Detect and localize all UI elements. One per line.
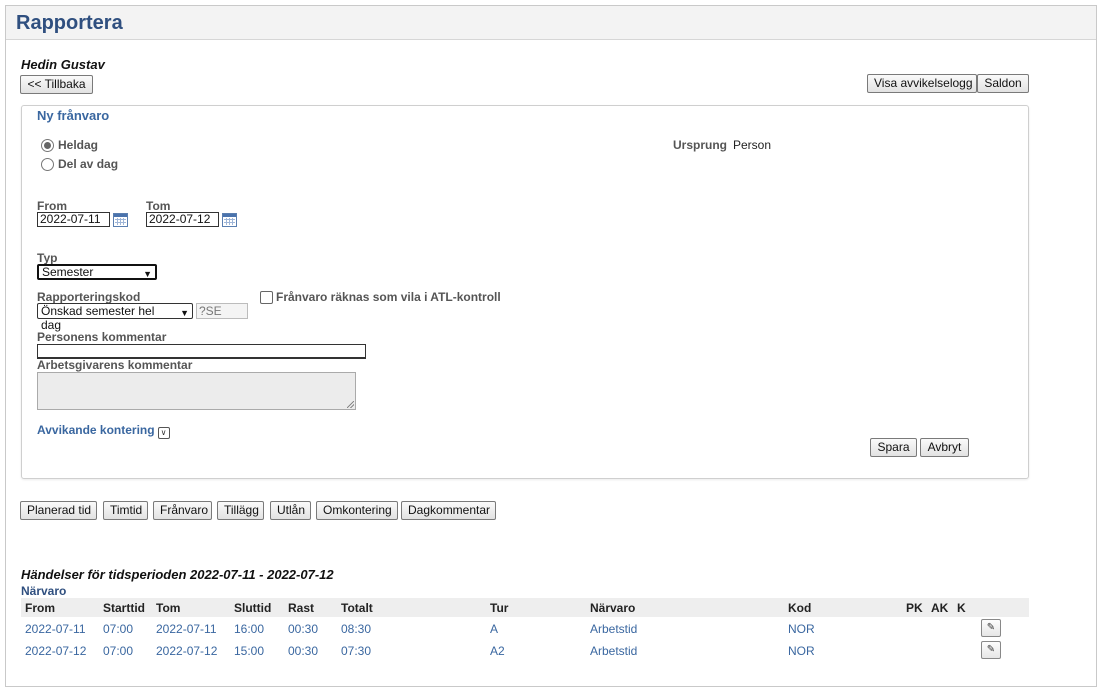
radio-fullday-indicator[interactable]	[41, 138, 54, 152]
cell-total[interactable]: 07:30	[341, 644, 371, 658]
page-title: Rapportera	[16, 12, 123, 34]
back-button[interactable]: << Tillbaka	[20, 75, 93, 94]
person-comment-label: Personens kommentar	[37, 330, 167, 344]
col-k: K	[957, 601, 966, 615]
type-select[interactable]: Semester ▼	[37, 264, 157, 280]
cell-end[interactable]: 15:00	[234, 644, 264, 658]
reporting-code-value: Önskad semester hel dag	[41, 304, 155, 332]
planned-time-button[interactable]: Planerad tid	[20, 501, 97, 520]
cell-presence[interactable]: Arbetstid	[590, 622, 637, 636]
person-name: Hedin Gustav	[21, 57, 105, 72]
origin-label: Ursprung	[673, 138, 727, 152]
pencil-icon[interactable]: ✎	[981, 641, 1001, 659]
radio-fullday-label: Heldag	[58, 138, 99, 152]
col-end: Sluttid	[234, 601, 272, 615]
pencil-icon[interactable]: ✎	[981, 619, 1001, 637]
loan-button[interactable]: Utlån	[270, 501, 311, 520]
cell-presence[interactable]: Arbetstid	[590, 644, 637, 658]
col-to: Tom	[156, 601, 181, 615]
radio-fullday[interactable]: Heldag	[41, 138, 98, 152]
col-from: From	[25, 601, 55, 615]
expand-down-icon[interactable]: ∨	[157, 427, 170, 439]
cell-to[interactable]: 2022-07-12	[156, 644, 217, 658]
calendar-icon[interactable]	[222, 213, 237, 227]
employer-comment-label: Arbetsgivarens kommentar	[37, 358, 193, 372]
reallocation-button[interactable]: Omkontering	[316, 501, 398, 520]
presence-subsection: Närvaro	[21, 584, 67, 598]
radio-partday[interactable]: Del av dag	[41, 157, 118, 171]
cell-from[interactable]: 2022-07-11	[25, 622, 86, 636]
cell-code[interactable]: NOR	[788, 644, 815, 658]
from-date-input[interactable]: 2022-07-11	[37, 212, 110, 227]
to-date-input[interactable]: 2022-07-12	[146, 212, 219, 227]
atl-checkbox-label: Frånvaro räknas som vila i ATL-kontroll	[276, 290, 501, 304]
origin-value: Person	[733, 138, 772, 152]
cell-tur[interactable]: A2	[490, 644, 505, 658]
save-button[interactable]: Spara	[870, 438, 917, 457]
calendar-icon[interactable]	[113, 213, 128, 227]
employer-comment-textarea	[37, 372, 356, 410]
events-heading: Händelser för tidsperioden 2022-07-11 - …	[21, 567, 334, 582]
col-start: Starttid	[103, 601, 145, 615]
day-comment-button[interactable]: Dagkommentar	[401, 501, 496, 520]
type-select-value: Semester	[42, 265, 94, 279]
reporting-code-label: Rapporteringskod	[37, 290, 141, 304]
atl-checkbox[interactable]	[260, 291, 273, 304]
deviant-accounting-toggle[interactable]: Avvikande kontering ∨	[37, 423, 170, 439]
radio-partday-indicator[interactable]	[41, 157, 54, 171]
chevron-down-icon: ▼	[180, 308, 189, 318]
cell-start[interactable]: 07:00	[103, 644, 133, 658]
cell-break[interactable]: 00:30	[288, 622, 318, 636]
cell-total[interactable]: 08:30	[341, 622, 371, 636]
chevron-down-icon: ▼	[143, 269, 152, 279]
cancel-button[interactable]: Avbryt	[920, 438, 969, 457]
col-break: Rast	[288, 601, 315, 615]
cell-to[interactable]: 2022-07-11	[156, 622, 217, 636]
col-ak: AK	[931, 601, 949, 615]
hourly-time-button[interactable]: Timtid	[103, 501, 148, 520]
cell-from[interactable]: 2022-07-12	[25, 644, 86, 658]
radio-partday-label: Del av dag	[58, 157, 119, 171]
col-presence: Närvaro	[590, 601, 636, 615]
cell-code[interactable]: NOR	[788, 622, 815, 636]
col-tur: Tur	[490, 601, 509, 615]
cell-break[interactable]: 00:30	[288, 644, 318, 658]
col-pk: PK	[906, 601, 923, 615]
addition-button[interactable]: Tillägg	[217, 501, 264, 520]
absence-button[interactable]: Frånvaro	[153, 501, 212, 520]
person-comment-input[interactable]	[37, 344, 366, 359]
to-label: Tom	[146, 199, 171, 213]
from-label: From	[37, 199, 67, 213]
page-frame: Rapportera Hedin Gustav << Tillbaka Visa…	[5, 5, 1097, 687]
cell-start[interactable]: 07:00	[103, 622, 133, 636]
col-code: Kod	[788, 601, 812, 615]
reporting-code-select[interactable]: Önskad semester hel dag ▼	[37, 303, 193, 332]
cell-tur[interactable]: A	[490, 622, 498, 636]
header-bar: Rapportera	[6, 6, 1096, 40]
new-absence-panel: Ny frånvaro Heldag Del av dag Ursprung P…	[21, 105, 1029, 479]
resize-grip-icon	[347, 401, 354, 408]
col-total: Totalt	[341, 601, 373, 615]
deviant-accounting-link[interactable]: Avvikande kontering	[37, 423, 155, 437]
show-deviation-log-button[interactable]: Visa avvikelselogg	[867, 74, 977, 93]
events-table-header: From Starttid Tom Sluttid Rast Totalt Tu…	[21, 598, 1029, 617]
panel-title: Ny frånvaro	[37, 108, 110, 123]
cell-end[interactable]: 16:00	[234, 622, 264, 636]
reporting-code-short: ?SE	[196, 303, 248, 319]
balances-button[interactable]: Saldon	[977, 74, 1029, 93]
type-label: Typ	[37, 251, 58, 265]
